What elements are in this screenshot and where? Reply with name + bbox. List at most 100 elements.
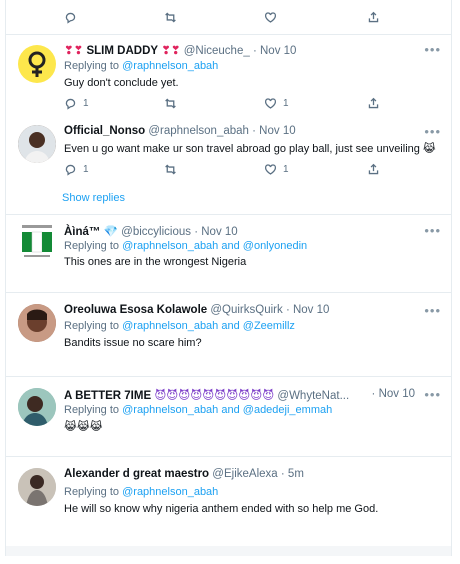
- tweet-header: ❣❣ SLIM DADDY ❣❣ @Niceuche_ · Nov 10: [64, 45, 297, 57]
- devil-emoji: 😈😈😈😈😈😈😈😈😈😈: [154, 390, 275, 402]
- timestamp[interactable]: Nov 10: [293, 304, 329, 316]
- display-name[interactable]: Oreoluwa Esosa Kolawole: [64, 304, 207, 316]
- share-button[interactable]: [367, 11, 380, 24]
- tweet-actions: 1 1: [64, 163, 415, 179]
- replying-to: Replying to @raphnelson_abah: [64, 60, 219, 72]
- tweet-alexander[interactable]: Alexander d great maestro @EjikeAlexa · …: [6, 456, 451, 546]
- mention-link[interactable]: @raphnelson_abah: [122, 320, 218, 332]
- previous-tweet-actions: [6, 0, 451, 35]
- more-options-icon[interactable]: •••: [424, 387, 441, 402]
- tweet-text: He will so know why nigeria anthem ended…: [64, 503, 379, 515]
- reply-count: 1: [83, 164, 89, 175]
- reply-button[interactable]: [64, 11, 83, 24]
- show-replies-link[interactable]: Show replies: [62, 192, 125, 204]
- heart-emoji: ❣❣: [64, 45, 84, 57]
- mention-link[interactable]: @onlyonedin: [243, 240, 307, 252]
- mention-link[interactable]: @raphnelson_abah: [122, 486, 218, 498]
- replying-to: Replying to @raphnelson_abah and @adedej…: [64, 404, 333, 416]
- mention-link[interactable]: @Zeemillz: [243, 320, 295, 332]
- diamond-emoji: 💎: [103, 226, 118, 238]
- nigeria-flag-icon: [22, 225, 52, 257]
- tweet-text: This ones are in the wrongest Nigeria: [64, 256, 247, 268]
- heart-icon: [264, 98, 277, 109]
- avatar[interactable]: [18, 222, 56, 260]
- like-button[interactable]: [264, 11, 283, 24]
- mention-link[interactable]: @raphnelson_abah: [122, 240, 218, 252]
- handle[interactable]: @raphnelson_abah: [148, 125, 249, 137]
- mention-link[interactable]: @adedeji_emmah: [243, 404, 332, 416]
- reply-button[interactable]: 1: [64, 97, 89, 110]
- person-photo-icon: [18, 468, 56, 506]
- tweet-header: Àìná™ 💎 @biccylicious · Nov 10: [64, 226, 238, 238]
- avatar[interactable]: [18, 304, 56, 342]
- display-name[interactable]: Alexander d great maestro: [64, 468, 209, 480]
- tweet-oreoluwa[interactable]: Oreoluwa Esosa Kolawole @QuirksQuirk · N…: [6, 292, 451, 377]
- display-name[interactable]: Àìná™: [64, 226, 100, 238]
- reply-icon: [65, 98, 76, 110]
- share-icon: [368, 163, 379, 175]
- tweet-text: Guy don't conclude yet.: [64, 77, 179, 89]
- tweet-header: A BETTER 7IME 😈😈😈😈😈😈😈😈😈😈 @WhyteNat...: [64, 388, 415, 404]
- tweet-official-nonso[interactable]: Official_Nonso @raphnelson_abah · Nov 10…: [6, 115, 451, 215]
- retweet-icon: [165, 12, 176, 23]
- timestamp[interactable]: Nov 10: [260, 45, 296, 57]
- avatar[interactable]: [18, 388, 56, 426]
- like-count: 1: [283, 98, 289, 109]
- replies-timeline: ❣❣ SLIM DADDY ❣❣ @Niceuche_ · Nov 10 •••…: [5, 0, 452, 556]
- replying-to: Replying to @raphnelson_abah and @onlyon…: [64, 240, 308, 252]
- handle[interactable]: @QuirksQuirk: [210, 304, 282, 316]
- share-button[interactable]: [367, 163, 380, 176]
- handle[interactable]: @EjikeAlexa: [212, 468, 277, 480]
- more-options-icon[interactable]: •••: [424, 42, 441, 57]
- mention-link[interactable]: @raphnelson_abah: [122, 404, 218, 416]
- person-photo-icon: [18, 304, 56, 342]
- timestamp[interactable]: Nov 10: [259, 125, 295, 137]
- like-button[interactable]: 1: [264, 163, 289, 176]
- reply-icon: [65, 164, 76, 176]
- like-button[interactable]: 1: [264, 97, 289, 110]
- share-icon: [368, 11, 379, 23]
- tweet-header: Official_Nonso @raphnelson_abah · Nov 10: [64, 125, 296, 137]
- timestamp[interactable]: Nov 10: [379, 388, 415, 400]
- person-photo-icon: [18, 388, 56, 426]
- handle[interactable]: @biccylicious: [121, 226, 191, 238]
- share-button[interactable]: [367, 97, 380, 110]
- retweet-icon: [165, 164, 176, 175]
- heart-icon: [264, 164, 277, 175]
- display-name[interactable]: A BETTER 7IME: [64, 390, 151, 402]
- tweet-header: Oreoluwa Esosa Kolawole @QuirksQuirk · N…: [64, 304, 330, 316]
- female-symbol-icon: [28, 51, 46, 77]
- timestamp[interactable]: 5m: [288, 468, 304, 480]
- avatar[interactable]: [18, 125, 56, 163]
- avatar[interactable]: [18, 468, 56, 506]
- tweet-a-better-7ime[interactable]: A BETTER 7IME 😈😈😈😈😈😈😈😈😈😈 @WhyteNat... · …: [6, 376, 451, 457]
- heart-icon: [264, 12, 277, 23]
- tweet-actions: 1 1: [64, 97, 415, 113]
- share-icon: [368, 97, 379, 109]
- more-options-icon[interactable]: •••: [424, 223, 441, 238]
- reply-button[interactable]: 1: [64, 163, 89, 176]
- retweet-button[interactable]: [164, 97, 183, 110]
- person-photo-icon: [18, 125, 56, 163]
- timeline-footer: [6, 546, 451, 556]
- retweet-button[interactable]: [164, 11, 183, 24]
- timestamp-wrapper: · Nov 10: [368, 388, 415, 400]
- replying-to: Replying to @raphnelson_abah and @Zeemil…: [64, 320, 295, 332]
- display-name[interactable]: SLIM DADDY: [86, 45, 158, 57]
- handle[interactable]: @Niceuche_: [184, 45, 250, 57]
- avatar[interactable]: [18, 45, 56, 83]
- tweet-aina[interactable]: Àìná™ 💎 @biccylicious · Nov 10 ••• Reply…: [6, 214, 451, 293]
- tweet-text: Even u go want make ur son travel abroad…: [64, 143, 436, 155]
- handle[interactable]: @WhyteNat...: [277, 390, 349, 402]
- like-count: 1: [283, 164, 289, 175]
- mention-link[interactable]: @raphnelson_abah: [122, 60, 218, 72]
- display-name[interactable]: Official_Nonso: [64, 125, 145, 137]
- heart-emoji: ❣❣: [161, 45, 181, 57]
- more-options-icon[interactable]: •••: [424, 124, 441, 139]
- retweet-button[interactable]: [164, 163, 183, 176]
- tweet-slim-daddy[interactable]: ❣❣ SLIM DADDY ❣❣ @Niceuche_ · Nov 10 •••…: [6, 35, 451, 115]
- timestamp[interactable]: Nov 10: [201, 226, 237, 238]
- reply-count: 1: [83, 98, 89, 109]
- reply-icon: [65, 12, 76, 24]
- more-options-icon[interactable]: •••: [424, 303, 441, 318]
